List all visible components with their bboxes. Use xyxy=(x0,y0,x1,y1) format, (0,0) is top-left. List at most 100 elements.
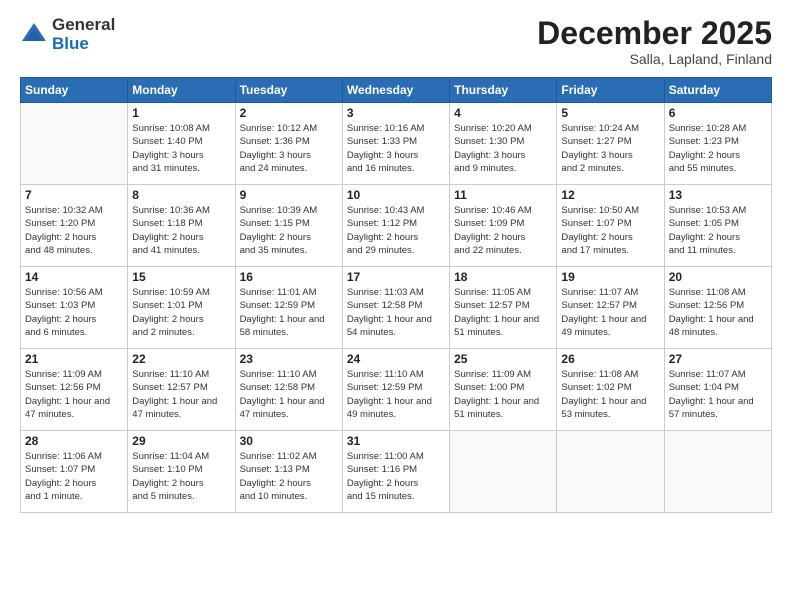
calendar-week-row: 7 Sunrise: 10:32 AM Sunset: 1:20 PM Dayli… xyxy=(21,185,772,267)
day-number: 14 xyxy=(25,270,123,284)
day-info: Sunrise: 11:10 AM Sunset: 12:59 PM Dayli… xyxy=(347,368,445,421)
calendar-cell: 2 Sunrise: 10:12 AM Sunset: 1:36 PM Dayli… xyxy=(235,103,342,185)
logo-blue: Blue xyxy=(52,35,115,54)
day-info: Sunrise: 10:43 AM Sunset: 1:12 PM Daylig… xyxy=(347,204,445,257)
day-info: Sunrise: 10:53 AM Sunset: 1:05 PM Daylig… xyxy=(669,204,767,257)
day-number: 2 xyxy=(240,106,338,120)
day-number: 9 xyxy=(240,188,338,202)
day-info: Sunrise: 10:20 AM Sunset: 1:30 PM Daylig… xyxy=(454,122,552,175)
calendar-cell: 14 Sunrise: 10:56 AM Sunset: 1:03 PM Dayl… xyxy=(21,267,128,349)
day-info: Sunrise: 11:08 AM Sunset: 1:02 PM Daylig… xyxy=(561,368,659,421)
calendar-cell xyxy=(450,431,557,513)
logo-text: General Blue xyxy=(52,16,115,53)
weekday-header: Monday xyxy=(128,78,235,103)
weekday-header: Tuesday xyxy=(235,78,342,103)
day-info: Sunrise: 11:04 AM Sunset: 1:10 PM Daylig… xyxy=(132,450,230,503)
calendar-cell: 22Sunrise: 11:10 AM Sunset: 12:57 PM Day… xyxy=(128,349,235,431)
day-info: Sunrise: 10:56 AM Sunset: 1:03 PM Daylig… xyxy=(25,286,123,339)
calendar-week-row: 21 Sunrise: 11:09 AM Sunset: 12:56 PM Day… xyxy=(21,349,772,431)
day-number: 31 xyxy=(347,434,445,448)
header: General Blue December 2025 Salla, Laplan… xyxy=(20,16,772,67)
day-info: Sunrise: 11:02 AM Sunset: 1:13 PM Daylig… xyxy=(240,450,338,503)
logo-general: General xyxy=(52,16,115,35)
day-number: 20 xyxy=(669,270,767,284)
calendar-cell xyxy=(557,431,664,513)
calendar-cell: 6 Sunrise: 10:28 AM Sunset: 1:23 PM Dayli… xyxy=(664,103,771,185)
day-number: 18 xyxy=(454,270,552,284)
calendar-week-row: 14 Sunrise: 10:56 AM Sunset: 1:03 PM Dayl… xyxy=(21,267,772,349)
weekday-header: Saturday xyxy=(664,78,771,103)
day-number: 7 xyxy=(25,188,123,202)
day-number: 10 xyxy=(347,188,445,202)
day-number: 16 xyxy=(240,270,338,284)
day-number: 5 xyxy=(561,106,659,120)
calendar-cell: 20Sunrise: 11:08 AM Sunset: 12:56 PM Day… xyxy=(664,267,771,349)
day-info: Sunrise: 10:39 AM Sunset: 1:15 PM Daylig… xyxy=(240,204,338,257)
calendar-cell: 10 Sunrise: 10:43 AM Sunset: 1:12 PM Dayl… xyxy=(342,185,449,267)
day-number: 27 xyxy=(669,352,767,366)
calendar-cell: 15Sunrise: 10:59 AM Sunset: 1:01 PM Dayl… xyxy=(128,267,235,349)
day-number: 1 xyxy=(132,106,230,120)
calendar-cell xyxy=(664,431,771,513)
calendar-cell: 28 Sunrise: 11:06 AM Sunset: 1:07 PM Dayl… xyxy=(21,431,128,513)
day-info: Sunrise: 11:06 AM Sunset: 1:07 PM Daylig… xyxy=(25,450,123,503)
calendar-cell: 9 Sunrise: 10:39 AM Sunset: 1:15 PM Dayli… xyxy=(235,185,342,267)
day-number: 22 xyxy=(132,352,230,366)
day-number: 17 xyxy=(347,270,445,284)
calendar-cell: 21 Sunrise: 11:09 AM Sunset: 12:56 PM Day… xyxy=(21,349,128,431)
day-info: Sunrise: 11:00 AM Sunset: 1:16 PM Daylig… xyxy=(347,450,445,503)
day-number: 11 xyxy=(454,188,552,202)
day-info: Sunrise: 10:32 AM Sunset: 1:20 PM Daylig… xyxy=(25,204,123,257)
day-number: 8 xyxy=(132,188,230,202)
day-info: Sunrise: 10:46 AM Sunset: 1:09 PM Daylig… xyxy=(454,204,552,257)
weekday-header: Sunday xyxy=(21,78,128,103)
calendar-cell: 13 Sunrise: 10:53 AM Sunset: 1:05 PM Dayl… xyxy=(664,185,771,267)
calendar-cell: 26Sunrise: 11:08 AM Sunset: 1:02 PM Dayl… xyxy=(557,349,664,431)
day-number: 19 xyxy=(561,270,659,284)
calendar-cell xyxy=(21,103,128,185)
page: General Blue December 2025 Salla, Laplan… xyxy=(0,0,792,612)
calendar-header: SundayMondayTuesdayWednesdayThursdayFrid… xyxy=(21,78,772,103)
day-info: Sunrise: 11:10 AM Sunset: 12:58 PM Dayli… xyxy=(240,368,338,421)
calendar-body: 1 Sunrise: 10:08 AM Sunset: 1:40 PM Dayli… xyxy=(21,103,772,513)
day-info: Sunrise: 10:08 AM Sunset: 1:40 PM Daylig… xyxy=(132,122,230,175)
day-number: 28 xyxy=(25,434,123,448)
day-number: 15 xyxy=(132,270,230,284)
day-number: 4 xyxy=(454,106,552,120)
day-info: Sunrise: 11:01 AM Sunset: 12:59 PM Dayli… xyxy=(240,286,338,339)
day-info: Sunrise: 11:07 AM Sunset: 12:57 PM Dayli… xyxy=(561,286,659,339)
day-info: Sunrise: 11:09 AM Sunset: 12:56 PM Dayli… xyxy=(25,368,123,421)
calendar-week-row: 28 Sunrise: 11:06 AM Sunset: 1:07 PM Dayl… xyxy=(21,431,772,513)
calendar-cell: 4 Sunrise: 10:20 AM Sunset: 1:30 PM Dayli… xyxy=(450,103,557,185)
day-number: 13 xyxy=(669,188,767,202)
day-info: Sunrise: 11:07 AM Sunset: 1:04 PM Daylig… xyxy=(669,368,767,421)
location-subtitle: Salla, Lapland, Finland xyxy=(537,51,772,67)
weekday-header: Thursday xyxy=(450,78,557,103)
calendar-cell: 16 Sunrise: 11:01 AM Sunset: 12:59 PM Day… xyxy=(235,267,342,349)
day-info: Sunrise: 10:12 AM Sunset: 1:36 PM Daylig… xyxy=(240,122,338,175)
day-number: 25 xyxy=(454,352,552,366)
calendar-cell: 24Sunrise: 11:10 AM Sunset: 12:59 PM Day… xyxy=(342,349,449,431)
weekday-header: Friday xyxy=(557,78,664,103)
day-number: 21 xyxy=(25,352,123,366)
logo: General Blue xyxy=(20,16,115,53)
calendar-cell: 23Sunrise: 11:10 AM Sunset: 12:58 PM Day… xyxy=(235,349,342,431)
calendar-cell: 31 Sunrise: 11:00 AM Sunset: 1:16 PM Dayl… xyxy=(342,431,449,513)
calendar-week-row: 1 Sunrise: 10:08 AM Sunset: 1:40 PM Dayli… xyxy=(21,103,772,185)
calendar-cell: 18 Sunrise: 11:05 AM Sunset: 12:57 PM Day… xyxy=(450,267,557,349)
title-area: December 2025 Salla, Lapland, Finland xyxy=(537,16,772,67)
calendar-cell: 5 Sunrise: 10:24 AM Sunset: 1:27 PM Dayli… xyxy=(557,103,664,185)
weekday-row: SundayMondayTuesdayWednesdayThursdayFrid… xyxy=(21,78,772,103)
day-number: 12 xyxy=(561,188,659,202)
day-info: Sunrise: 11:05 AM Sunset: 12:57 PM Dayli… xyxy=(454,286,552,339)
day-info: Sunrise: 10:28 AM Sunset: 1:23 PM Daylig… xyxy=(669,122,767,175)
calendar-cell: 1 Sunrise: 10:08 AM Sunset: 1:40 PM Dayli… xyxy=(128,103,235,185)
day-info: Sunrise: 10:36 AM Sunset: 1:18 PM Daylig… xyxy=(132,204,230,257)
day-info: Sunrise: 10:24 AM Sunset: 1:27 PM Daylig… xyxy=(561,122,659,175)
day-info: Sunrise: 10:50 AM Sunset: 1:07 PM Daylig… xyxy=(561,204,659,257)
calendar-cell: 3Sunrise: 10:16 AM Sunset: 1:33 PM Dayli… xyxy=(342,103,449,185)
calendar-cell: 11 Sunrise: 10:46 AM Sunset: 1:09 PM Dayl… xyxy=(450,185,557,267)
calendar-cell: 29Sunrise: 11:04 AM Sunset: 1:10 PM Dayl… xyxy=(128,431,235,513)
day-number: 6 xyxy=(669,106,767,120)
day-number: 30 xyxy=(240,434,338,448)
